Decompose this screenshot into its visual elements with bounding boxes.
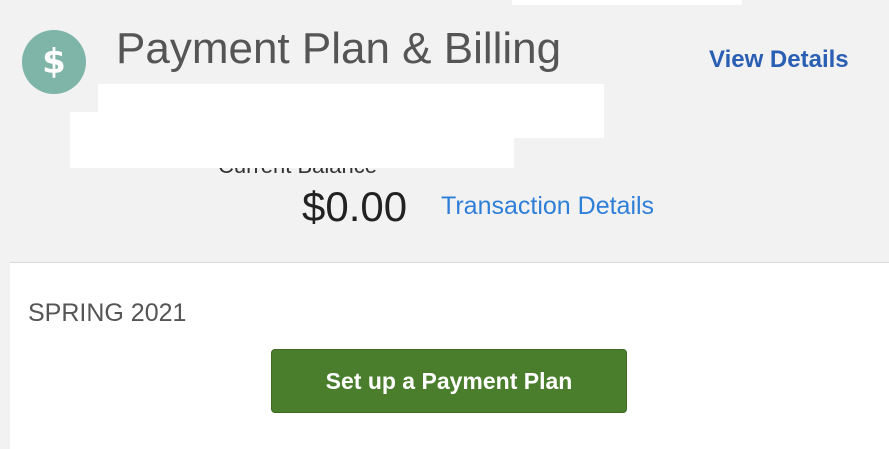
left-edge-strip: [0, 0, 10, 449]
page-title: Payment Plan & Billing: [116, 24, 562, 73]
dollar-sign-glyph: $: [42, 42, 66, 82]
dollar-sign-icon: $: [22, 30, 86, 94]
current-balance-amount: $0.00: [302, 183, 408, 230]
view-details-link[interactable]: View Details: [709, 45, 849, 75]
transaction-details-link[interactable]: Transaction Details: [441, 191, 654, 221]
current-balance-label-container: Current Balance: [218, 168, 428, 177]
top-edge-gap: [512, 0, 742, 5]
current-balance-label: Current Balance: [218, 168, 377, 177]
payment-plan-billing-widget: $ Payment Plan & Billing View Details Cu…: [0, 0, 889, 449]
redacted-area-lower: [70, 112, 514, 168]
setup-payment-plan-button[interactable]: Set up a Payment Plan: [271, 349, 627, 413]
term-label: SPRING 2021: [28, 299, 187, 327]
